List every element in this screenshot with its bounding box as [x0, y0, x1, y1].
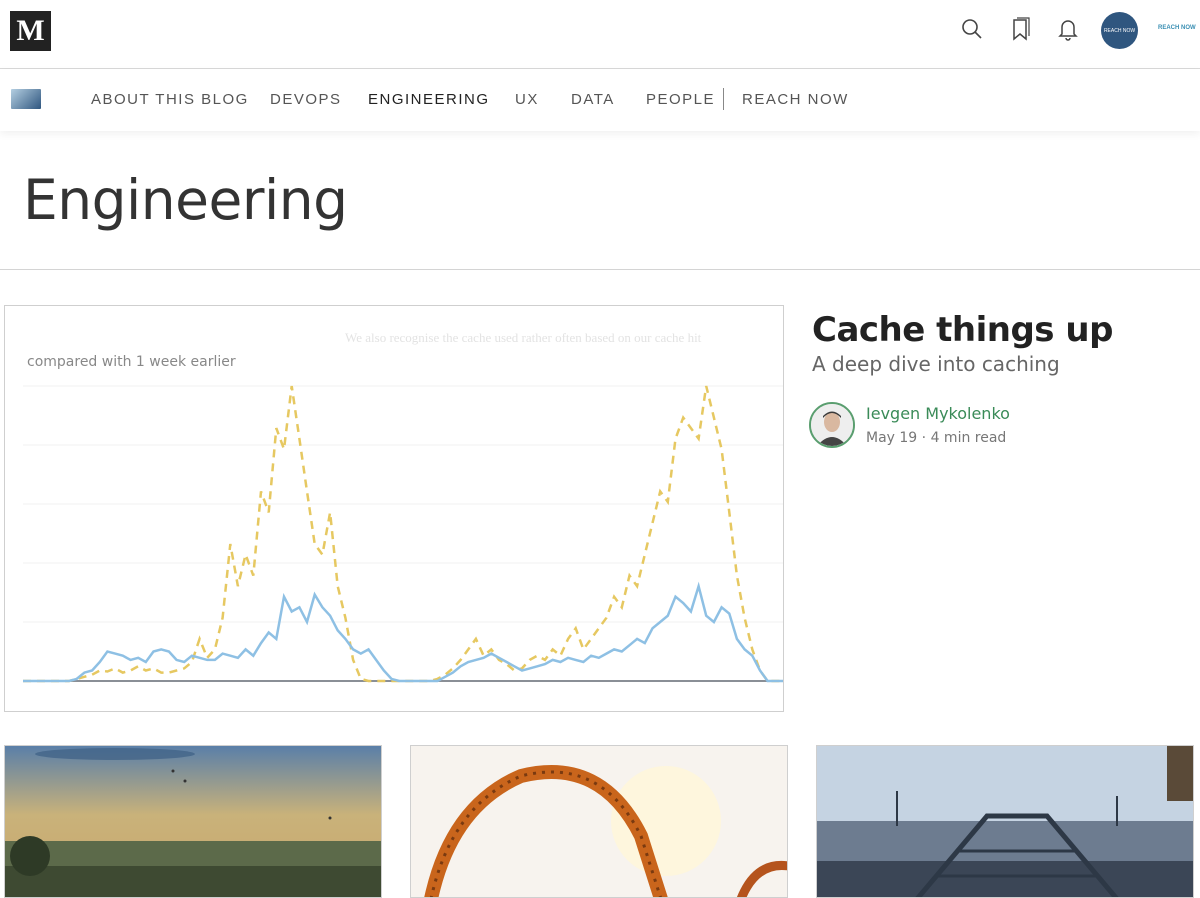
nav-data[interactable]: DATA: [571, 91, 615, 108]
nav-engineering[interactable]: ENGINEERING: [368, 91, 490, 108]
bookmarks-icon[interactable]: [1008, 16, 1034, 42]
meta-separator: ·: [921, 430, 931, 446]
nav-devops[interactable]: DEVOPS: [270, 91, 342, 108]
nav-people[interactable]: PEOPLE: [646, 91, 715, 108]
profile-avatar[interactable]: REACH NOW: [1101, 12, 1138, 49]
author-name[interactable]: Ievgen Mykolenko: [866, 404, 1010, 423]
line-chart: [23, 385, 783, 683]
page-title: Engineering: [23, 168, 348, 232]
nav-about-this-blog[interactable]: ABOUT THIS BLOG: [91, 91, 249, 108]
nav-divider: [723, 88, 724, 110]
article-card-landscape[interactable]: [4, 745, 382, 898]
bell-icon[interactable]: [1055, 16, 1081, 42]
medium-logo[interactable]: M: [10, 11, 51, 51]
search-icon[interactable]: [959, 16, 985, 42]
article-title[interactable]: Cache things up: [812, 310, 1113, 350]
publication-logo[interactable]: [11, 89, 41, 109]
featured-image-chart[interactable]: We also recognise the cache used rather …: [4, 305, 784, 712]
author-avatar[interactable]: [809, 402, 855, 448]
title-divider: [0, 269, 1200, 270]
nav-ux[interactable]: UX: [515, 91, 539, 108]
brand-mark: REACH NOW: [1158, 25, 1196, 31]
read-time: 4 min read: [930, 430, 1007, 446]
article-card-harbor[interactable]: [816, 745, 1194, 898]
article-meta: May 19 · 4 min read: [866, 430, 1006, 446]
chart-series-line-0: [23, 385, 783, 683]
publication-nav: ABOUT THIS BLOG DEVOPS ENGINEERING UX DA…: [0, 69, 1200, 131]
article-subtitle[interactable]: A deep dive into caching: [812, 352, 1060, 376]
article-card-rollercoaster[interactable]: [410, 745, 788, 898]
nav-reach-now[interactable]: REACH NOW: [742, 91, 849, 108]
article-date: May 19: [866, 430, 918, 446]
top-bar: M REACH NOW REACH NOW: [0, 0, 1200, 69]
